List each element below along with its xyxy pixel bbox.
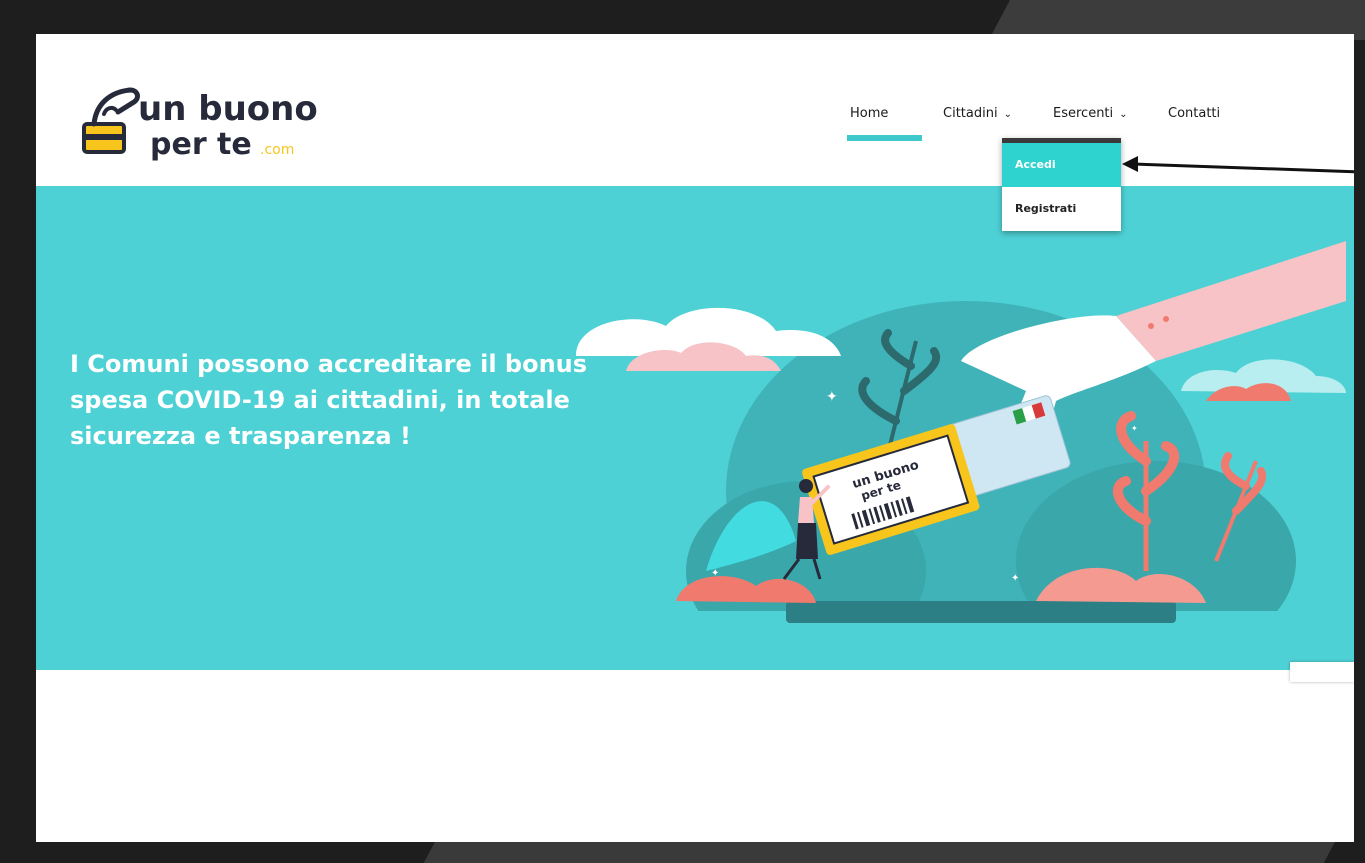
sparkle-icon: ✦	[1011, 573, 1019, 584]
hero-illustration: un buono per te ✦ ✦ ✦ ✦	[576, 241, 1346, 670]
arm-sleeve	[1116, 241, 1346, 361]
hero-section: I Comuni possono accreditare il bonus sp…	[36, 186, 1354, 670]
dropdown-item-accedi[interactable]: Accedi	[1002, 143, 1121, 187]
sparkle-icon: ✦	[826, 389, 838, 405]
logo-hand-card-icon: un buono per te .com	[82, 87, 318, 162]
sleeve-button	[1148, 323, 1154, 329]
chevron-down-icon: ⌄	[1003, 109, 1012, 120]
site-logo[interactable]: un buono per te .com	[82, 84, 342, 164]
sparkle-icon: ✦	[711, 568, 719, 579]
svg-text:per te: per te	[150, 127, 252, 162]
nav-cittadini[interactable]: Cittadini ⌄	[943, 106, 1012, 121]
sparkle-icon: ✦	[1131, 424, 1138, 433]
nav-home-label: Home	[850, 106, 889, 121]
sleeve-button	[1163, 316, 1169, 322]
nav-cittadini-label: Cittadini	[943, 106, 998, 121]
esercenti-dropdown: Accedi Registrati	[1002, 138, 1121, 231]
chevron-down-icon: ⌄	[1119, 109, 1128, 120]
recaptcha-badge[interactable]	[1290, 662, 1354, 682]
dropdown-item-registrati[interactable]: Registrati	[1002, 187, 1121, 231]
nav-esercenti-label: Esercenti	[1053, 106, 1114, 121]
svg-text:un buono: un buono	[138, 89, 318, 129]
nav-contatti-label: Contatti	[1168, 106, 1221, 121]
nav-home[interactable]: Home	[847, 106, 922, 141]
svg-text:.com: .com	[260, 142, 294, 158]
nav-esercenti[interactable]: Esercenti ⌄	[1053, 106, 1128, 121]
nav-active-indicator	[847, 135, 922, 141]
hero-headline: I Comuni possono accreditare il bonus sp…	[70, 350, 588, 450]
illustration-shadow	[786, 601, 1176, 623]
nav-contatti[interactable]: Contatti	[1168, 106, 1220, 121]
browser-viewport: un buono per te .com Home Cittadini ⌄ Ese…	[36, 34, 1354, 842]
annotation-arrow-icon	[1122, 156, 1354, 174]
